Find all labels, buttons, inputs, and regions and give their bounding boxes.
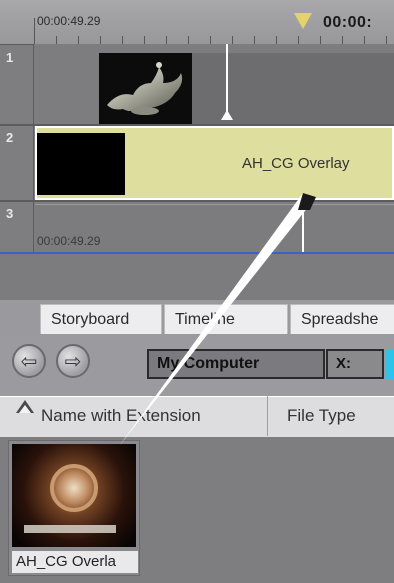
column-name-label: Name with Extension [41, 406, 201, 425]
arrow-right-icon: ⇨ [64, 350, 82, 373]
timeline-ruler[interactable]: 00:00:49.29 00:00: [0, 0, 394, 45]
sort-arrow-highlight [19, 405, 31, 413]
clip-ah-cg-overlay[interactable]: AH_CG Overlay [35, 126, 394, 200]
drive-selector[interactable]: X: [326, 349, 384, 379]
ruler-ticks [34, 36, 394, 44]
current-time-readout: 00:00: [323, 14, 373, 31]
arrow-left-icon: ⇦ [20, 350, 38, 373]
playhead-marker-icon[interactable] [294, 13, 312, 29]
back-button[interactable]: ⇦ [12, 344, 46, 378]
track-3-timecode: 00:00:49.29 [37, 234, 101, 248]
track-number-2: 2 [6, 130, 14, 145]
pocket-watch-image [50, 464, 98, 512]
panel-gap [0, 254, 394, 300]
lamp-image [107, 62, 183, 115]
file-name-label: AH_CG Overla [12, 551, 138, 573]
forward-button[interactable]: ⇨ [56, 344, 90, 378]
tab-storyboard[interactable]: Storyboard [40, 304, 162, 334]
drive-indicator [385, 349, 394, 379]
tab-timeline[interactable]: Timeline [164, 304, 288, 334]
clip-overlay-label: AH_CG Overlay [242, 155, 350, 172]
playhead-foot-icon [221, 110, 233, 120]
playhead-line[interactable] [226, 44, 228, 117]
thumbnail-caption-strip [24, 525, 116, 533]
tab-spreadsheet[interactable]: Spreadshe [290, 304, 394, 334]
video-editor-window: 00:00:49.29 00:00: 1 2 AH_CG Overlay 3 0… [0, 0, 394, 583]
location-path[interactable]: My Computer [147, 349, 325, 379]
track-number-1: 1 [6, 50, 14, 65]
clip-overlay-thumbnail [37, 133, 125, 195]
track-number-3: 3 [6, 206, 14, 221]
clip-lamp-thumbnail[interactable] [99, 53, 192, 124]
column-header-file-type[interactable]: File Type [287, 406, 356, 426]
track-divider-2 [0, 200, 394, 202]
playhead-line-lower [302, 196, 304, 252]
ruler-start-time: 00:00:49.29 [37, 14, 101, 28]
